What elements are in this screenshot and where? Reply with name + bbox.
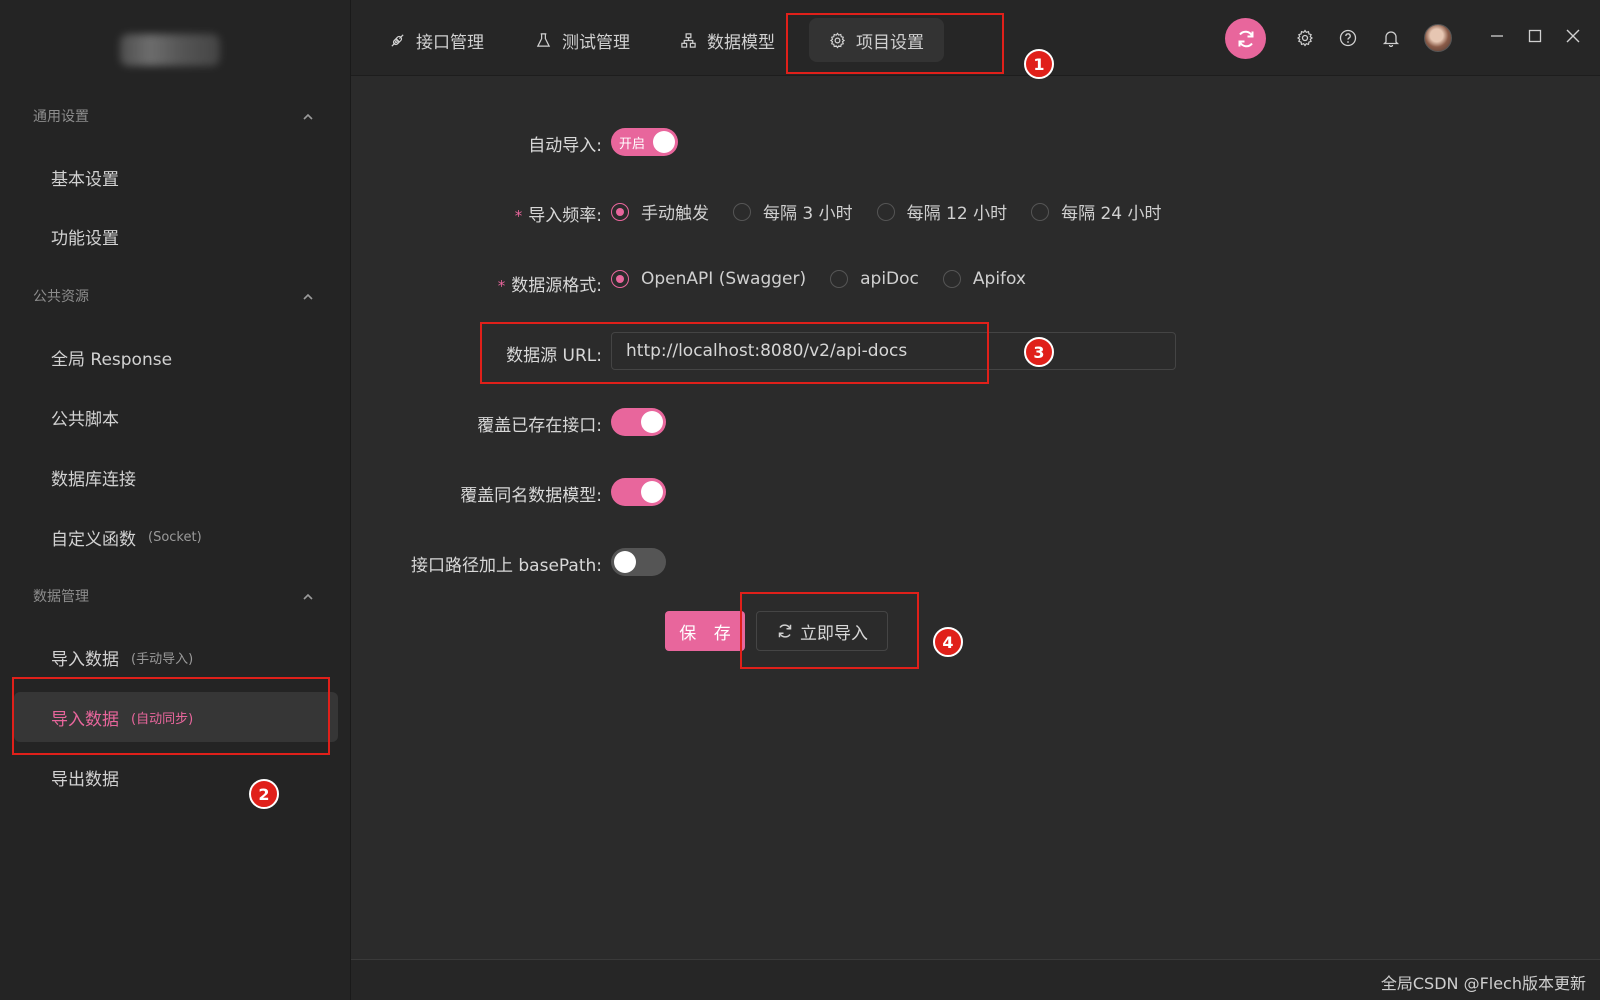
annotation-badge-2: 2	[249, 779, 279, 809]
sidebar-item-label: 数据库连接	[51, 469, 136, 490]
status-bar: 全局CSDN @Flech版本更新	[351, 959, 1600, 1000]
help-icon[interactable]	[1337, 27, 1359, 49]
tab-label: 接口管理	[416, 32, 484, 53]
sidebar-item-label: 自定义函数	[51, 529, 136, 550]
chevron-up-icon[interactable]	[302, 588, 313, 600]
tab-label: 数据模型	[707, 32, 775, 53]
radio-apidoc[interactable]: apiDoc	[830, 269, 919, 289]
base-path-label: 接口路径加上 basePath:	[410, 556, 602, 576]
sidebar-item-custom-functions[interactable]: 自定义函数 (Socket)	[14, 512, 338, 562]
override-api-switch[interactable]	[611, 408, 666, 436]
tab-label: 测试管理	[562, 32, 630, 53]
radio-every-24h[interactable]: 每隔 24 小时	[1031, 199, 1162, 224]
close-icon[interactable]	[1562, 25, 1584, 47]
radio-label: OpenAPI (Swagger)	[641, 269, 807, 289]
model-icon	[681, 32, 696, 48]
maximize-icon[interactable]	[1524, 25, 1546, 47]
sidebar-item-label: 公共脚本	[51, 409, 119, 430]
project-logo[interactable]	[120, 34, 220, 66]
avatar[interactable]	[1424, 24, 1452, 52]
sidebar-item-database-connection[interactable]: 数据库连接	[14, 452, 338, 502]
sidebar-item-public-scripts[interactable]: 公共脚本	[14, 392, 338, 442]
minimize-icon[interactable]	[1486, 25, 1508, 47]
radio-apifox[interactable]: Apifox	[942, 269, 1026, 289]
radio-manual[interactable]: 手动触发	[611, 199, 709, 224]
sidebar-item-feature-settings[interactable]: 功能设置	[14, 211, 338, 261]
settings-icon[interactable]	[1294, 27, 1316, 49]
api-icon	[391, 33, 404, 47]
radio-label: 每隔 24 小时	[1061, 204, 1162, 224]
group-title-public-resources: 公共资源	[33, 289, 89, 305]
tab-data-model[interactable]: 数据模型	[660, 18, 795, 62]
switch-knob	[614, 551, 636, 573]
frequency-radio-group: 手动触发 每隔 3 小时 每隔 12 小时 每隔 24 小时	[611, 199, 1186, 224]
frequency-label: * 导入频率:	[400, 201, 602, 226]
frequency-label-text: 导入频率:	[528, 206, 602, 226]
required-mark: *	[514, 207, 523, 225]
flask-icon	[536, 32, 551, 47]
sidebar-item-global-response[interactable]: 全局 Response	[14, 332, 338, 382]
format-label: * 数据源格式:	[400, 271, 602, 296]
annotation-box-4	[740, 592, 919, 669]
auto-import-label: 自动导入:	[528, 136, 602, 156]
switch-on-text: 开启	[619, 137, 646, 152]
radio-label: 每隔 12 小时	[906, 204, 1008, 224]
annotation-badge-3: 3	[1024, 337, 1054, 367]
radio-every-12h[interactable]: 每隔 12 小时	[876, 199, 1008, 224]
annotation-badge-4: 4	[933, 627, 963, 657]
annotation-box-3	[480, 322, 989, 384]
format-label-text: 数据源格式:	[511, 276, 602, 296]
tab-api-management[interactable]: 接口管理	[369, 18, 504, 62]
chevron-up-icon[interactable]	[302, 288, 313, 300]
base-path-switch[interactable]	[611, 548, 666, 576]
switch-knob	[641, 411, 663, 433]
radio-label: 每隔 3 小时	[763, 204, 853, 224]
override-model-label: 覆盖同名数据模型:	[460, 486, 602, 506]
required-mark: *	[497, 277, 506, 295]
format-radio-group: OpenAPI (Swagger) apiDoc Apifox	[611, 269, 1050, 289]
switch-knob	[641, 481, 663, 503]
sidebar-item-label: 全局 Response	[51, 349, 173, 370]
radio-label: 手动触发	[641, 204, 709, 224]
save-button[interactable]: 保 存	[665, 611, 745, 651]
refresh-icon	[1238, 30, 1253, 47]
sidebar-item-label: 基本设置	[51, 169, 119, 190]
sidebar-item-import-manual[interactable]: 导入数据 (手动导入)	[14, 632, 338, 682]
annotation-box-1	[786, 13, 1004, 74]
radio-every-3h[interactable]: 每隔 3 小时	[733, 199, 853, 224]
radio-label: Apifox	[972, 269, 1026, 289]
radio-openapi[interactable]: OpenAPI (Swagger)	[611, 269, 806, 289]
group-title-general: 通用设置	[33, 109, 89, 125]
auto-import-switch[interactable]: 开启	[611, 128, 678, 156]
sidebar-item-export-data[interactable]: 导出数据	[14, 752, 338, 802]
sidebar-item-sub: (Socket)	[148, 529, 202, 545]
sidebar-item-label: 功能设置	[51, 228, 119, 249]
sync-button[interactable]	[1225, 18, 1266, 59]
chevron-up-icon[interactable]	[302, 108, 313, 120]
watermark-text: 全局CSDN @Flech版本更新	[1380, 974, 1586, 993]
annotation-badge-1: 1	[1024, 49, 1054, 79]
sidebar-item-label: 导出数据	[51, 769, 119, 790]
sidebar-item-label: 导入数据	[51, 649, 119, 670]
annotation-box-2	[12, 677, 330, 755]
override-api-label: 覆盖已存在接口:	[477, 416, 602, 436]
sidebar: 通用设置 基本设置 功能设置 公共资源 全局 Response 公共脚本 数据库…	[0, 0, 351, 1000]
sidebar-item-basic-settings[interactable]: 基本设置	[14, 152, 338, 202]
switch-knob	[653, 131, 675, 153]
group-title-data-management: 数据管理	[33, 589, 89, 605]
sidebar-item-sub: (手动导入)	[131, 651, 194, 667]
tab-test-management[interactable]: 测试管理	[515, 18, 650, 62]
override-model-switch[interactable]	[611, 478, 666, 506]
bell-icon[interactable]	[1380, 27, 1402, 49]
radio-label: apiDoc	[860, 269, 919, 289]
